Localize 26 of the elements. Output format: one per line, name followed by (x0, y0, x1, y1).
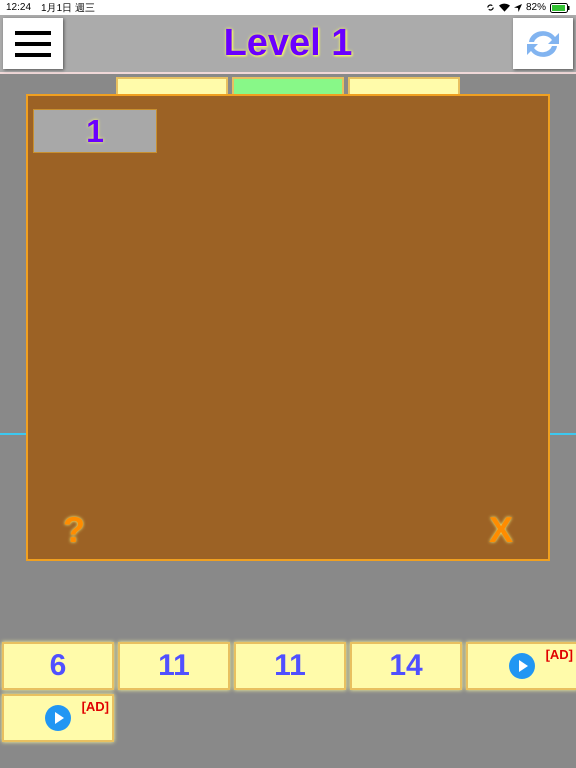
tile-number: 14 (389, 649, 423, 683)
sync-icon (486, 3, 495, 12)
ad-label: [AD] (546, 647, 573, 662)
tile-number: 11 (158, 649, 190, 683)
play-icon (509, 653, 535, 679)
answer-tile[interactable]: 14 (350, 642, 462, 690)
ad-label: [AD] (82, 699, 109, 714)
battery-percent: 82% (526, 2, 546, 13)
level-title: Level 1 (224, 22, 352, 65)
tile-number: 6 (50, 649, 66, 683)
status-time: 12:24 (6, 2, 32, 13)
play-icon (45, 705, 71, 731)
battery-icon (550, 2, 570, 12)
ad-tile[interactable]: [AD] (2, 694, 114, 742)
menu-button[interactable] (3, 18, 63, 69)
ad-tile[interactable]: [AD] (466, 642, 576, 690)
tile-number: 11 (274, 649, 306, 683)
refresh-button[interactable] (513, 18, 573, 69)
chosen-number[interactable]: 1 (33, 109, 157, 153)
wifi-icon (498, 3, 510, 12)
answer-tile[interactable]: 6 (2, 642, 114, 690)
status-date: 1月1日 週三 (41, 2, 95, 14)
answer-tile[interactable]: 11 (234, 642, 346, 690)
location-icon (514, 4, 522, 12)
menu-icon (15, 30, 51, 56)
answer-tile[interactable]: 11 (118, 642, 230, 690)
